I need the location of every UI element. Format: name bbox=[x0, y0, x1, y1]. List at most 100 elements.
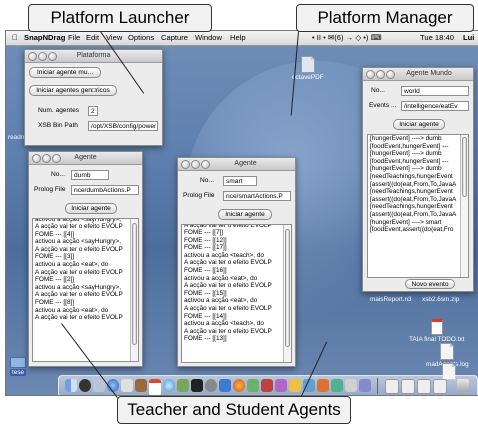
agent-log[interactable]: A acção vai ter o efeito EVOLP FOME --- … bbox=[181, 224, 292, 363]
log-line: FOME --- [[15]] bbox=[184, 289, 227, 297]
status-icons[interactable]: • II • ✉(6) → ◇ •) ⌨ bbox=[312, 31, 382, 45]
log-line: [assert((do(eat,From,To,JavaA bbox=[370, 180, 457, 188]
minimize-button[interactable] bbox=[42, 154, 51, 163]
close-button[interactable] bbox=[32, 154, 41, 163]
titlebar[interactable]: Agente Mundo bbox=[363, 68, 473, 81]
app-icon[interactable] bbox=[359, 379, 371, 392]
app-icon[interactable] bbox=[275, 379, 287, 392]
start-agent-button[interactable]: Iniciar agente bbox=[218, 209, 272, 220]
minimize-button[interactable] bbox=[376, 70, 385, 79]
document-icon bbox=[440, 343, 455, 360]
firefox-icon[interactable] bbox=[233, 379, 245, 392]
scrollbar[interactable] bbox=[283, 225, 291, 362]
agent-log[interactable]: activou a acção <sayHungry>, A acção vai… bbox=[32, 218, 139, 362]
minimize-button[interactable] bbox=[191, 160, 200, 169]
ical-icon[interactable] bbox=[149, 379, 161, 395]
desktop-icon-tese[interactable]: tese bbox=[10, 357, 27, 376]
itunes-icon[interactable] bbox=[163, 379, 175, 392]
prolog-file-field[interactable]: nce/smartActions.P bbox=[223, 191, 291, 201]
desktop-icon-maisreport[interactable]: maisReport.n3 bbox=[370, 296, 412, 303]
apple-menu-icon[interactable]:  bbox=[12, 31, 18, 45]
log-line: A acção vai ter o efeito EVOLP bbox=[35, 314, 123, 322]
minimize-button[interactable] bbox=[38, 52, 47, 61]
menu-help[interactable]: Help bbox=[230, 31, 246, 45]
desktop-icon-octave[interactable]: octavePDF bbox=[292, 56, 324, 81]
callout-agents: Teacher and Student Agents bbox=[117, 396, 351, 424]
scroll-thumb[interactable] bbox=[285, 229, 290, 347]
menu-file[interactable]: File bbox=[68, 31, 80, 45]
app-icon[interactable] bbox=[317, 379, 329, 392]
zoom-button[interactable] bbox=[52, 154, 61, 163]
log-line: A acção vai ter o efeito EVOLP bbox=[35, 245, 123, 253]
new-event-button[interactable]: Novo evento bbox=[405, 279, 455, 289]
name-field[interactable]: smart bbox=[223, 176, 257, 186]
menubar-clock[interactable]: Tue 18:40 bbox=[420, 31, 454, 45]
system-preferences-icon[interactable] bbox=[205, 379, 217, 392]
minimized-window-icon[interactable] bbox=[385, 379, 399, 394]
name-field[interactable]: world bbox=[401, 86, 469, 96]
finder-icon[interactable] bbox=[65, 379, 77, 392]
events-label: Events ... bbox=[369, 102, 397, 109]
minimized-window-icon[interactable] bbox=[401, 379, 415, 394]
menu-app[interactable]: SnapNDrag bbox=[24, 31, 65, 45]
close-button[interactable] bbox=[366, 70, 375, 79]
num-agents-label: Num. agentes bbox=[38, 107, 80, 114]
start-agent-button[interactable]: Iniciar agente bbox=[65, 203, 117, 214]
titlebar[interactable]: Plataforma bbox=[25, 50, 162, 63]
app-icon[interactable] bbox=[331, 379, 343, 392]
log-line: FOME --- [[2]] bbox=[35, 276, 75, 284]
log-line: activou a acção <teach>, do bbox=[184, 320, 264, 328]
scrollbar[interactable] bbox=[130, 219, 138, 361]
app-icon[interactable] bbox=[261, 379, 273, 392]
start-agent-button[interactable]: Iniciar agente bbox=[393, 119, 445, 130]
menu-edit[interactable]: Edit bbox=[86, 31, 99, 45]
scroll-thumb[interactable] bbox=[132, 223, 137, 345]
xsb-bin-path-field[interactable]: /opt/XSB/config/power bbox=[88, 121, 158, 131]
name-label: No... bbox=[371, 87, 385, 94]
titlebar[interactable]: Agente bbox=[29, 152, 142, 165]
scroll-thumb[interactable] bbox=[462, 137, 467, 197]
address-book-icon[interactable] bbox=[135, 379, 147, 392]
menubar:  SnapNDrag File Edit View Options Captu… bbox=[6, 31, 478, 46]
zoom-button[interactable] bbox=[48, 52, 57, 61]
menu-capture[interactable]: Capture bbox=[161, 31, 188, 45]
start-generic-agents-button[interactable]: Iniciar agentes gen□ricos bbox=[29, 85, 117, 96]
menu-options[interactable]: Options bbox=[128, 31, 154, 45]
name-field[interactable]: dumb bbox=[71, 170, 109, 180]
events-field[interactable]: /intelligence/eatEv bbox=[401, 101, 469, 111]
desktop-icon-xsb[interactable]: xsb2.6sm.zip bbox=[422, 296, 459, 303]
close-button[interactable] bbox=[181, 160, 190, 169]
dashboard-icon[interactable] bbox=[79, 379, 91, 392]
zoom-button[interactable] bbox=[201, 160, 210, 169]
start-multi-agent-button[interactable]: Iniciar agente mu... bbox=[29, 67, 101, 78]
app-icon[interactable] bbox=[289, 379, 301, 392]
log-line: activou a acção <sayHungry>, bbox=[35, 238, 121, 246]
log-line: FOME --- [[3]] bbox=[35, 253, 75, 261]
log-line: [hungerEvent] ----> dumb bbox=[370, 165, 442, 173]
trash-icon[interactable] bbox=[457, 379, 469, 392]
terminal-icon[interactable] bbox=[191, 379, 203, 392]
desktop-icon-taia[interactable]: TAIA final TODO.txt bbox=[409, 319, 464, 343]
event-log[interactable]: [hungerEvent] ----> dumb [foodEvent,hung… bbox=[367, 134, 469, 278]
app-icon[interactable] bbox=[247, 379, 259, 392]
menu-window[interactable]: Window bbox=[195, 31, 222, 45]
close-button[interactable] bbox=[28, 52, 37, 61]
zoom-button[interactable] bbox=[386, 70, 395, 79]
scrollbar[interactable] bbox=[460, 135, 468, 277]
window-title: Agente bbox=[74, 154, 97, 161]
minimized-window-icon[interactable] bbox=[433, 379, 447, 394]
log-line: FOME --- [[7]] bbox=[184, 229, 224, 236]
log-line: [needTeachings,hungerEvent bbox=[370, 203, 453, 211]
iphoto-icon[interactable] bbox=[177, 379, 189, 392]
log-line: A acção vai ter o efeito EVOLP bbox=[184, 327, 272, 335]
menubar-user[interactable]: Lui bbox=[463, 31, 474, 45]
num-agents-field[interactable]: 2 bbox=[88, 106, 98, 116]
minimized-window-icon[interactable] bbox=[417, 379, 431, 394]
app-icon[interactable] bbox=[345, 379, 357, 392]
log-line: FOME --- [[8]] bbox=[35, 298, 75, 306]
titlebar[interactable]: Agente bbox=[178, 158, 295, 171]
ichat-icon[interactable] bbox=[121, 379, 133, 392]
prolog-file-field[interactable]: nce/dumbActions.P bbox=[71, 185, 139, 195]
log-line: [foodEvent,hungerEvent] --- bbox=[370, 157, 449, 165]
xcode-icon[interactable] bbox=[219, 379, 231, 392]
